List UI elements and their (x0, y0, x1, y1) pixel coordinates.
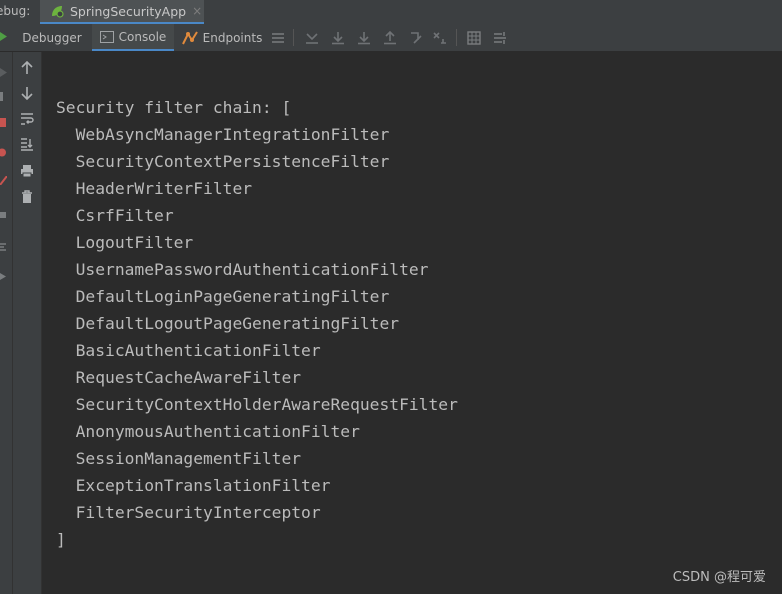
print-icon[interactable] (19, 163, 35, 179)
tab-debugger[interactable]: Debugger (16, 24, 88, 51)
console-output[interactable]: Security filter chain: [ WebAsyncManager… (42, 52, 782, 594)
trash-icon[interactable] (19, 189, 35, 205)
console-icon (99, 30, 114, 43)
stop-icon[interactable] (0, 118, 7, 127)
drop-frame-icon[interactable] (408, 30, 424, 46)
close-icon[interactable]: × (192, 4, 202, 18)
tab-endpoints[interactable]: Endpoints (180, 24, 264, 51)
console-line: FilterSecurityInterceptor (56, 503, 321, 522)
console-line: DefaultLoginPageGeneratingFilter (56, 287, 390, 306)
menu-icon[interactable] (270, 30, 286, 46)
toolbar-divider (293, 29, 294, 46)
up-arrow-icon[interactable] (19, 60, 35, 76)
pause-icon[interactable] (0, 92, 7, 101)
console-side-toolbar (13, 52, 42, 594)
trace-icon[interactable] (492, 30, 508, 46)
step-out-icon[interactable] (382, 30, 398, 46)
tab-console-label: Console (118, 29, 167, 44)
evaluate-expression-icon[interactable] (466, 30, 482, 46)
tab-spring-security-app[interactable]: SpringSecurityApp × (40, 0, 204, 24)
pin-icon[interactable] (0, 272, 7, 281)
camera-icon[interactable] (0, 210, 7, 219)
console-line: ] (56, 530, 66, 549)
tab-console[interactable]: Console (92, 24, 174, 51)
step-over-icon[interactable] (330, 30, 346, 46)
console-line: ExceptionTranslationFilter (56, 476, 331, 495)
console-line: HeaderWriterFilter (56, 179, 253, 198)
debug-toolbar: Debugger Console Endpoints (0, 24, 782, 52)
scroll-to-end-icon[interactable] (19, 136, 35, 152)
console-line: DefaultLogoutPageGeneratingFilter (56, 314, 400, 333)
down-arrow-icon[interactable] (19, 85, 35, 101)
console-line: AnonymousAuthenticationFilter (56, 422, 360, 441)
debug-header: ebug: SpringSecurityApp × (0, 0, 782, 25)
console-line: RequestCacheAwareFilter (56, 368, 302, 387)
console-line: UsernamePasswordAuthenticationFilter (56, 260, 429, 279)
mute-breakpoints-icon[interactable] (0, 176, 7, 185)
rerun-icon[interactable] (0, 32, 7, 41)
console-line: CsrfFilter (56, 206, 174, 225)
watermark: CSDN @程可爱 (672, 570, 766, 585)
settings-icon[interactable] (0, 242, 7, 251)
debug-side-toolbar (0, 32, 13, 594)
console-line: SecurityContextHolderAwareRequestFilter (56, 395, 458, 414)
tab-endpoints-label: Endpoints (202, 30, 263, 45)
show-execution-point-icon[interactable] (304, 30, 320, 46)
console-line: SecurityContextPersistenceFilter (56, 152, 390, 171)
session-tab-title: SpringSecurityApp (70, 3, 187, 19)
step-into-icon[interactable] (356, 30, 372, 46)
console-line: SessionManagementFilter (56, 449, 302, 468)
resume-icon[interactable] (0, 68, 7, 77)
endpoints-icon (181, 30, 198, 44)
debug-label: ebug: (0, 4, 31, 18)
toolbar-divider (456, 29, 457, 46)
view-breakpoints-icon[interactable] (0, 148, 7, 157)
console-line: Security filter chain: [ (56, 98, 292, 117)
console-line: LogoutFilter (56, 233, 194, 252)
soft-wrap-icon[interactable] (19, 111, 35, 127)
run-to-cursor-icon[interactable] (432, 30, 448, 46)
console-line: WebAsyncManagerIntegrationFilter (56, 125, 390, 144)
console-line: BasicAuthenticationFilter (56, 341, 321, 360)
spring-leaf-icon (52, 6, 64, 18)
tab-debugger-label: Debugger (22, 30, 82, 45)
